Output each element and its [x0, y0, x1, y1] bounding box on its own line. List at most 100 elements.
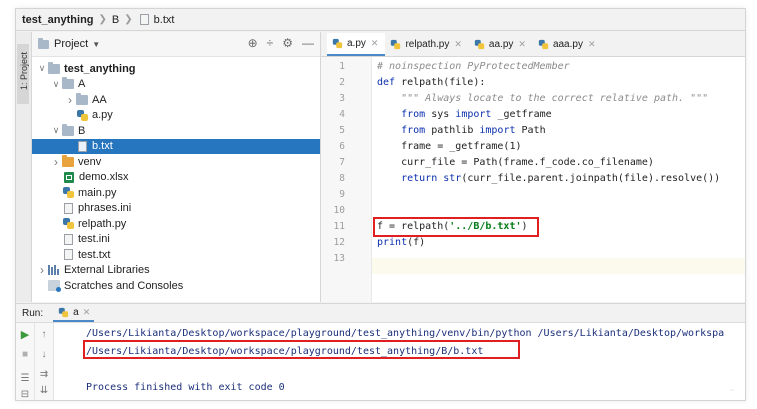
layout-icon[interactable]: ☰	[19, 373, 31, 385]
tab-label: relpath.py	[405, 39, 450, 50]
tree-item-test-txt[interactable]: test.txt	[32, 247, 320, 263]
python-file-icon	[63, 187, 74, 199]
tree-item-a[interactable]: ∨ A	[32, 77, 320, 93]
console-line: /Users/Likianta/Desktop/workspace/playgr…	[86, 328, 725, 339]
highlight-box-code	[373, 217, 539, 237]
tree-item-b[interactable]: ∨ B	[32, 123, 320, 139]
tree-item-scratches-and-consoles[interactable]: Scratches and Consoles	[32, 278, 320, 294]
soft-wrap-icon[interactable]: ⇉	[38, 369, 50, 381]
python-file-icon	[474, 39, 485, 50]
project-panel-title[interactable]: Project	[54, 38, 88, 50]
hide-icon[interactable]: —	[302, 36, 314, 50]
scratch-icon	[48, 280, 61, 293]
line-number: 10	[333, 205, 345, 216]
python-file-icon	[538, 39, 549, 50]
chevron-right-icon[interactable]: ›	[36, 263, 48, 277]
text-file-icon	[64, 202, 73, 214]
collapse-icon[interactable]: ÷	[267, 36, 274, 50]
chevron-down-icon[interactable]: ∨	[50, 79, 62, 90]
close-icon[interactable]: ✕	[518, 39, 526, 50]
tree-item-test-ini[interactable]: test.ini	[32, 232, 320, 248]
breadcrumb-folder[interactable]: B	[112, 14, 119, 26]
folder-icon	[62, 77, 74, 90]
tree-item-label: A	[78, 78, 86, 91]
console-output[interactable]: /Users/Likianta/Desktop/workspace/playgr…	[86, 323, 745, 400]
tab-relpath-py[interactable]: relpath.py ✕	[385, 33, 468, 56]
tree-item-label: a.py	[92, 109, 113, 122]
chevron-right-icon: ❯	[124, 14, 133, 25]
line-gutter: 1 2 3 4 5 6 7 8 9 10 11 12 13	[321, 57, 372, 302]
tree-item-external-libraries[interactable]: › External Libraries	[32, 263, 320, 279]
chevron-right-icon: ❯	[98, 14, 107, 25]
tab-aa-py[interactable]: aa.py ✕	[469, 33, 533, 56]
breadcrumb-project[interactable]: test_anything	[22, 14, 94, 26]
tree-item-label: relpath.py	[78, 217, 127, 230]
code-line: frame = _getframe(1)	[377, 141, 522, 152]
python-file-icon	[58, 307, 69, 317]
gear-icon[interactable]: ⚙	[282, 36, 293, 50]
tree-item-label: B	[78, 124, 86, 137]
tree-item-label: phrases.ini	[78, 202, 132, 215]
tree-item-b-txt[interactable]: b.txt	[32, 138, 320, 154]
line-number: 1	[339, 61, 345, 72]
chevron-down-icon[interactable]: ∨	[36, 63, 48, 74]
left-tool-strip: 1: Project	[16, 32, 32, 302]
tree-item-label: AA	[92, 93, 107, 106]
editor: a.py ✕ relpath.py ✕ aa.py ✕ aaa.py ✕ 1234567891…	[321, 32, 745, 302]
close-icon[interactable]: ✕	[588, 39, 596, 50]
tree-item-venv[interactable]: › venv	[32, 154, 320, 170]
run-toolbar-right: ↑ ↓ ⇉ ⇊	[35, 323, 54, 400]
close-icon[interactable]: ✕	[371, 38, 379, 49]
close-icon[interactable]: ✕	[454, 39, 462, 50]
tree-item-label: demo.xlsx	[79, 171, 129, 184]
tree-item-label: main.py	[78, 186, 117, 199]
rerun-icon[interactable]: ▶	[19, 329, 31, 341]
line-number: 9	[339, 189, 345, 200]
tab-label: aa.py	[488, 39, 514, 50]
tree-item-test-anything[interactable]: ∨ test_anything	[32, 61, 320, 77]
project-tool-tab[interactable]: 1: Project	[17, 44, 29, 104]
code-line: curr_file = Path(frame.f_code.co_filenam…	[377, 157, 654, 168]
line-number: 6	[339, 141, 345, 152]
run-config-tab[interactable]: a ✕	[53, 304, 95, 322]
tree-item-demo-xlsx[interactable]: demo.xlsx	[32, 170, 320, 186]
arrow-down-icon[interactable]: ↓	[38, 349, 50, 361]
chevron-down-icon[interactable]: ▼	[92, 40, 100, 49]
folder-orange-icon	[62, 154, 74, 167]
chevron-right-icon[interactable]: ›	[64, 93, 76, 107]
line-number: 12	[333, 237, 345, 248]
text-file-icon	[78, 140, 87, 152]
excel-file-icon	[64, 171, 74, 183]
tree-item-relpath-py[interactable]: relpath.py	[32, 216, 320, 232]
stop-icon[interactable]: ■	[19, 349, 31, 361]
breadcrumb-file[interactable]: b.txt	[154, 14, 175, 26]
locate-icon[interactable]: ⊕	[248, 36, 258, 50]
tab-a-py[interactable]: a.py ✕	[327, 33, 386, 56]
pin-icon[interactable]: ⊟	[19, 389, 31, 400]
chevron-down-icon[interactable]: ∨	[50, 125, 62, 136]
line-number: 13	[333, 253, 345, 264]
arrow-up-icon[interactable]: ↑	[38, 329, 50, 341]
project-view-icon	[38, 37, 49, 49]
tab-label: aaa.py	[552, 39, 583, 50]
project-panel: Project ▼ ⊕ ÷ ⚙ — ∨ test_anything ∨ A › AA a.p…	[32, 32, 321, 302]
tree-item-phrases-ini[interactable]: phrases.ini	[32, 201, 320, 217]
library-icon	[48, 265, 60, 276]
tree-item-aa[interactable]: › AA	[32, 92, 320, 108]
chevron-right-icon[interactable]: ›	[50, 155, 62, 169]
tree-item-label: test.ini	[78, 233, 110, 246]
line-number: 3	[339, 93, 345, 104]
text-file-icon	[64, 249, 73, 261]
tab-aaa-py[interactable]: aaa.py ✕	[533, 33, 603, 56]
scroll-end-icon[interactable]: ⇊	[38, 385, 50, 397]
python-file-icon	[77, 109, 88, 121]
tree-item-label: venv	[78, 155, 102, 168]
tree-item-main-py[interactable]: main.py	[32, 185, 320, 201]
tree-item-label: test_anything	[64, 62, 136, 75]
highlight-box-output	[83, 340, 520, 359]
line-number: 2	[339, 77, 345, 88]
run-config-label: a	[73, 306, 79, 318]
ide-window: test_anything ❯ B ❯ b.txt 1: Project Pro…	[15, 8, 746, 401]
tree-item-a-py[interactable]: a.py	[32, 108, 320, 124]
close-icon[interactable]: ✕	[83, 307, 91, 318]
